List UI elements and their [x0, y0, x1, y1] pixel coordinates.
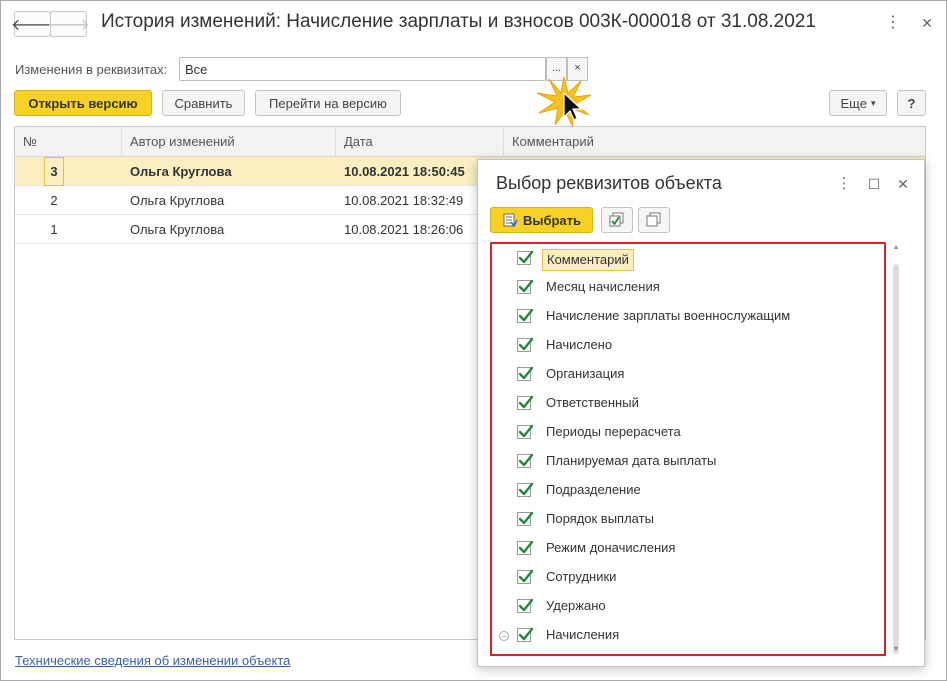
select-button-label: Выбрать — [522, 212, 582, 228]
history-window: 🡐 🡒 История изменений: Начисление зарпла… — [0, 0, 947, 681]
checkbox[interactable] — [517, 482, 534, 497]
more-icon[interactable]: ⋮ — [883, 13, 903, 33]
column-header-date[interactable]: Дата — [336, 127, 504, 157]
list-item-label: Начисления — [546, 627, 620, 642]
checkbox[interactable] — [517, 598, 534, 613]
list-item-label: Подразделение — [546, 482, 641, 497]
list-item-label: Комментарий — [542, 249, 634, 271]
technical-details-link[interactable]: Технические сведения об изменении объект… — [15, 653, 290, 668]
list-item-label: Режим доначисления — [546, 540, 676, 555]
list-item[interactable]: Комментарий — [492, 244, 872, 273]
select-list-icon — [503, 213, 518, 228]
list-item[interactable]: Порядок выплаты — [492, 505, 872, 534]
column-header-author[interactable]: Автор изменений — [122, 127, 336, 157]
filter-label: Изменения в реквизитах: — [15, 62, 168, 77]
checkbox[interactable] — [517, 569, 534, 584]
checkbox[interactable] — [517, 250, 534, 265]
checkbox[interactable] — [517, 308, 534, 323]
help-button[interactable]: ? — [897, 90, 926, 116]
forward-button[interactable]: 🡒 — [47, 11, 90, 37]
list-item-label: Начисление зарплаты военнослужащим — [546, 308, 791, 323]
close-icon[interactable]: ✕ — [917, 13, 937, 33]
cursor-highlight-icon — [531, 73, 601, 133]
checkbox[interactable] — [517, 366, 534, 381]
arrow-right-icon: 🡒 — [47, 16, 90, 34]
checkbox[interactable] — [517, 540, 534, 555]
list-item-label: Сотрудники — [546, 569, 617, 584]
go-to-version-button[interactable]: Перейти на версию — [255, 90, 401, 116]
select-button[interactable]: Выбрать — [490, 207, 593, 233]
list-item[interactable]: Месяц начисления — [492, 273, 872, 302]
list-item-label: Планируемая дата выплаты — [546, 453, 717, 468]
scrollbar[interactable]: ▴ ▾ — [891, 242, 901, 656]
row-author: Ольга Круглова — [130, 193, 225, 208]
checkbox[interactable] — [517, 337, 534, 352]
list-item-label: Месяц начисления — [546, 279, 660, 294]
list-item[interactable]: Организация — [492, 360, 872, 389]
list-item-label: Организация — [546, 366, 625, 381]
row-author: Ольга Круглова — [130, 164, 232, 179]
close-icon[interactable]: ✕ — [893, 174, 913, 194]
chevron-down-icon: ▾ — [870, 97, 876, 108]
list-item[interactable]: Подразделение — [492, 476, 872, 505]
maximize-icon[interactable]: ☐ — [864, 174, 884, 194]
list-item[interactable]: Периоды перерасчета — [492, 418, 872, 447]
attributes-list: Комментарий Месяц начисления Начисление за… — [490, 242, 886, 656]
more-button[interactable]: Еще ▾ — [829, 90, 887, 116]
list-item-label: Порядок выплаты — [546, 511, 654, 526]
list-item[interactable]: Планируемая дата выплаты — [492, 447, 872, 476]
scroll-up-icon[interactable]: ▴ — [891, 242, 901, 252]
check-all-button[interactable] — [601, 207, 633, 233]
attributes-filter-input[interactable]: Все — [179, 57, 546, 81]
row-num: 1 — [50, 222, 58, 237]
list-item[interactable]: Ответственный — [492, 389, 872, 418]
list-item-label: Периоды перерасчета — [546, 424, 681, 439]
more-icon[interactable]: ⋮ — [834, 174, 854, 194]
checkbox[interactable] — [517, 511, 534, 526]
list-item[interactable]: Удержано — [492, 592, 872, 621]
row-author: Ольга Круглова — [130, 222, 225, 237]
scrollbar-thumb[interactable] — [893, 264, 899, 654]
list-item-label: Удержано — [546, 598, 606, 613]
checkbox[interactable] — [517, 627, 534, 642]
list-item-label: Ответственный — [546, 395, 639, 410]
scroll-down-icon[interactable]: ▾ — [891, 644, 901, 654]
list-item-label: Начислено — [546, 337, 613, 352]
more-button-label: Еще — [840, 95, 867, 111]
column-header-num[interactable]: № — [15, 127, 122, 157]
uncheck-all-icon — [646, 212, 661, 227]
checkbox[interactable] — [517, 279, 534, 294]
compare-button[interactable]: Сравнить — [162, 90, 245, 116]
list-item[interactable]: Сотрудники — [492, 563, 872, 592]
open-version-button[interactable]: Открыть версию — [14, 90, 152, 116]
dialog-title: Выбор реквизитов объекта — [496, 173, 722, 193]
list-item[interactable]: Режим доначисления — [492, 534, 872, 563]
back-button[interactable]: 🡐 — [11, 11, 54, 37]
row-num: 2 — [50, 193, 58, 208]
select-attributes-dialog: Выбор реквизитов объекта ⋮ ☐ ✕ Выбрать К… — [477, 159, 925, 667]
uncheck-all-button[interactable] — [638, 207, 670, 233]
checkbox[interactable] — [517, 453, 534, 468]
column-header-comment[interactable]: Комментарий — [504, 127, 925, 157]
checkbox[interactable] — [517, 424, 534, 439]
list-item[interactable]: Начислено — [492, 331, 872, 360]
collapse-icon[interactable]: – — [499, 631, 509, 641]
check-all-icon — [609, 212, 624, 227]
list-item[interactable]: Начисление зарплаты военнослужащим — [492, 302, 872, 331]
list-item[interactable]: – Начисления — [492, 621, 872, 650]
row-num: 3 — [50, 164, 58, 179]
table-header: № Автор изменений Дата Комментарий — [15, 127, 925, 157]
checkbox[interactable] — [517, 395, 534, 410]
window-title: История изменений: Начисление зарплаты и… — [101, 11, 816, 32]
